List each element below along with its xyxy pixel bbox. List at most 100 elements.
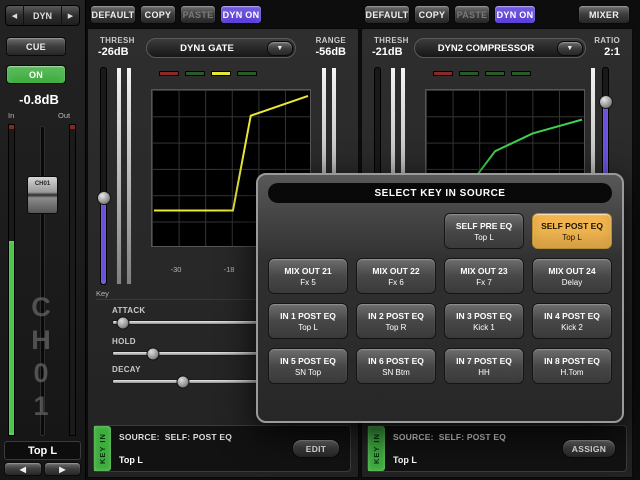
- prev-channel-button[interactable]: ◀: [4, 462, 42, 476]
- dyn2-dropdown-arrow-icon[interactable]: ▼: [557, 41, 583, 56]
- dyn2-thresh-label: THRESH: [374, 36, 409, 45]
- dyn2-keyin-assign-button[interactable]: ASSIGN: [562, 439, 616, 458]
- dyn1-keyin-text: SOURCE: SELF: POST EQ Top L: [111, 426, 292, 471]
- key-source-self-pre-eq[interactable]: SELF PRE EQ Top L: [444, 213, 524, 249]
- dyn2-paste-button[interactable]: PASTE: [454, 5, 490, 24]
- on-button[interactable]: ON: [6, 65, 66, 84]
- dyn1-hold-slider[interactable]: [112, 351, 270, 356]
- dyn2-keyin-badge: KEY IN: [368, 426, 385, 471]
- dyn2-type-label: DYN2 COMPRESSOR: [415, 43, 557, 54]
- channel-sidebar: ◀ DYN ▶ CUE ON -0.8dB In Out CH01 CH01 T…: [0, 0, 86, 480]
- next-channel-button[interactable]: ▶: [44, 462, 81, 476]
- key-source-channel: Top R: [386, 323, 407, 332]
- dyn2-ratio-handle[interactable]: [599, 95, 613, 109]
- fader-cap-label: CH01: [35, 181, 50, 187]
- key-source-in-3-post-eq[interactable]: IN 3 POST EQ Kick 1: [444, 303, 524, 339]
- key-source-in-2-post-eq[interactable]: IN 2 POST EQ Top R: [356, 303, 436, 339]
- dyn1-key-meter: [116, 67, 122, 285]
- key-source-channel: Kick 1: [473, 323, 495, 332]
- dyn2-ratio-value: 2:1: [604, 46, 620, 58]
- dyn1-dropdown-arrow-icon[interactable]: ▼: [267, 41, 293, 56]
- processor-selector: ◀ DYN ▶: [5, 5, 80, 26]
- dyn2-gr-led-3: [485, 71, 505, 76]
- key-source-in-8-post-eq[interactable]: IN 8 POST EQ H.Tom: [532, 348, 612, 384]
- key-source-mix-out-21[interactable]: MIX OUT 21 Fx 5: [268, 258, 348, 294]
- key-source-name: IN 5 POST EQ: [280, 356, 336, 366]
- dyn1-gr-led-1: [159, 71, 179, 76]
- key-source-channel: HH: [478, 368, 490, 377]
- dyn1-on-button[interactable]: DYN ON: [220, 5, 262, 24]
- key-source-name: IN 8 POST EQ: [544, 356, 600, 366]
- input-meter: [8, 124, 15, 436]
- dyn1-gr-led-3: [211, 71, 231, 76]
- dyn1-attack-slider[interactable]: [112, 320, 270, 325]
- dyn1-range-value: -56dB: [315, 46, 346, 58]
- dyn1-thresh-value: -26dB: [98, 46, 129, 58]
- dyn2-keyin-bar: KEY IN SOURCE: SELF: POST EQ Top L ASSIG…: [367, 425, 627, 472]
- key-source-in-4-post-eq[interactable]: IN 4 POST EQ Kick 2: [532, 303, 612, 339]
- dyn1-paste-button[interactable]: PASTE: [180, 5, 216, 24]
- dyn1-decay-handle[interactable]: [177, 375, 190, 388]
- dyn1-gr-led-4: [237, 71, 257, 76]
- key-source-channel: Top L: [298, 323, 318, 332]
- key-source-name: IN 3 POST EQ: [456, 311, 512, 321]
- dyn1-attack-handle[interactable]: [117, 316, 130, 329]
- key-source-self-post-eq-selected[interactable]: SELF POST EQ Top L: [532, 213, 612, 249]
- input-clip-led: [9, 125, 14, 129]
- key-source-mix-out-24[interactable]: MIX OUT 24 Delay: [532, 258, 612, 294]
- key-source-name: IN 4 POST EQ: [544, 311, 600, 321]
- dyn2-gr-led-1: [433, 71, 453, 76]
- key-source-name: MIX OUT 24: [548, 266, 595, 276]
- key-source-mix-out-23[interactable]: MIX OUT 23 Fx 7: [444, 258, 524, 294]
- fader-level-value: -0.8dB: [0, 92, 78, 107]
- dyn2-default-button[interactable]: DEFAULT: [364, 5, 410, 24]
- key-source-name: IN 6 POST EQ: [368, 356, 424, 366]
- dyn1-keyin-bar: KEY IN SOURCE: SELF: POST EQ Top L EDIT: [93, 425, 351, 472]
- channel-name-display: Top L: [4, 441, 81, 460]
- dyn1-threshold-handle[interactable]: [97, 191, 111, 205]
- key-source-name: SELF POST EQ: [541, 221, 603, 231]
- dyn1-decay-slider[interactable]: [112, 379, 270, 384]
- dyn1-key-label: Key: [96, 289, 109, 298]
- key-source-channel: Fx 7: [476, 278, 492, 287]
- key-source-in-1-post-eq[interactable]: IN 1 POST EQ Top L: [268, 303, 348, 339]
- dyn1-range-label: RANGE: [316, 36, 346, 45]
- dyn2-type-dropdown[interactable]: DYN2 COMPRESSOR ▼: [414, 38, 586, 58]
- dyn2-keyin-text: SOURCE: SELF: POST EQ Top L: [385, 426, 562, 471]
- dyn2-keyin-source-type: SELF: POST EQ: [439, 432, 506, 442]
- fader-handle[interactable]: CH01: [27, 176, 58, 214]
- dyn1-threshold-slider[interactable]: [100, 67, 107, 285]
- key-source-in-6-post-eq[interactable]: IN 6 POST EQ SN Btm: [356, 348, 436, 384]
- key-source-mix-out-22[interactable]: MIX OUT 22 Fx 6: [356, 258, 436, 294]
- mixer-button[interactable]: MIXER: [578, 5, 630, 24]
- key-source-channel: SN Btm: [382, 368, 410, 377]
- dyn2-gr-led-4: [511, 71, 531, 76]
- dyn1-keyin-edit-button[interactable]: EDIT: [292, 439, 340, 458]
- dyn1-default-button[interactable]: DEFAULT: [90, 5, 136, 24]
- dyn2-copy-button[interactable]: COPY: [414, 5, 450, 24]
- key-source-channel: H.Tom: [560, 368, 583, 377]
- key-source-name: IN 1 POST EQ: [280, 311, 336, 321]
- dyn1-scale-30: -30: [171, 265, 182, 274]
- dyn2-on-button[interactable]: DYN ON: [494, 5, 536, 24]
- dyn2-keyin-source-label: SOURCE:: [393, 432, 434, 442]
- dyn1-decay-label: DECAY: [112, 365, 141, 374]
- dyn1-type-dropdown[interactable]: DYN1 GATE ▼: [146, 38, 296, 58]
- key-source-in-5-post-eq[interactable]: IN 5 POST EQ SN Top: [268, 348, 348, 384]
- output-meter: [69, 124, 76, 436]
- key-source-channel: Top L: [474, 233, 494, 242]
- next-processor-button[interactable]: ▶: [62, 6, 79, 25]
- prev-processor-button[interactable]: ◀: [6, 6, 23, 25]
- key-source-channel: SN Top: [295, 368, 321, 377]
- key-source-name: MIX OUT 23: [460, 266, 507, 276]
- dyn1-hold-handle[interactable]: [147, 347, 160, 360]
- key-source-channel: Fx 5: [300, 278, 316, 287]
- key-source-name: MIX OUT 22: [372, 266, 419, 276]
- cue-button[interactable]: CUE: [6, 37, 66, 56]
- key-source-name: IN 7 POST EQ: [456, 356, 512, 366]
- dyn1-copy-button[interactable]: COPY: [140, 5, 176, 24]
- key-in-source-popup: SELECT KEY IN SOURCE SELF PRE EQ Top L S…: [256, 173, 624, 423]
- key-source-in-7-post-eq[interactable]: IN 7 POST EQ HH: [444, 348, 524, 384]
- out-meter-label: Out: [58, 111, 70, 120]
- dyn1-keyin-source-type: SELF: POST EQ: [165, 432, 232, 442]
